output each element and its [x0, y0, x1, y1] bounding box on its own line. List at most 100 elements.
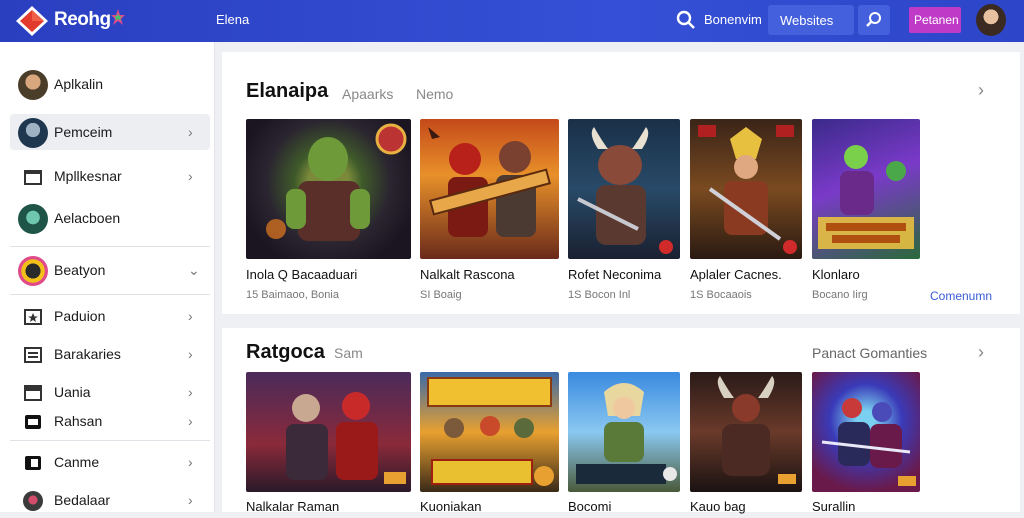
tab-2[interactable]: Nemo [416, 86, 453, 102]
game-title: Klonlaro [812, 267, 860, 282]
game-subtitle: 1S Bocon Inl [568, 289, 631, 301]
sidebar-item-label: Paduion [54, 308, 106, 324]
sidebar-item-label: Pemceim [54, 124, 113, 140]
websites-button-label: Websites [780, 13, 834, 28]
websites-button[interactable]: Websites [768, 5, 854, 35]
sidebar-item-label: Beatyon [54, 262, 106, 278]
chevron-right-icon: › [188, 168, 193, 184]
chevron-right-icon[interactable]: › [978, 80, 984, 101]
nav-link[interactable]: Elena [216, 12, 249, 27]
top-bar: Reohg Elena Bonenvim Websites Petanen [0, 0, 1024, 42]
section-filter[interactable]: Panact Gomanties [812, 345, 927, 361]
avatar-icon [23, 491, 43, 511]
magnifier-icon [866, 12, 881, 27]
sidebar-item-9[interactable]: Rahsan › [10, 403, 210, 439]
sidebar-item-5[interactable]: Beatyon ⌄ [10, 252, 210, 288]
sidebar-item-label: Bedalaar [54, 492, 111, 508]
sidebar: Aplkalin Pemceim › Mpllkesnar › Aelacboe… [0, 42, 215, 512]
game-subtitle: 1S Bocaaois [690, 289, 752, 301]
sidebar-item-11[interactable]: Bedalaar › [10, 482, 210, 518]
game-thumbnail[interactable] [812, 119, 920, 259]
cta-button-label: Petanen [914, 13, 959, 27]
chevron-right-icon: › [188, 454, 193, 470]
game-thumbnail[interactable] [568, 119, 680, 259]
beast-art [577, 127, 673, 254]
squad-art [427, 377, 554, 486]
chevron-down-icon: ⌄ [188, 262, 200, 278]
monster-art [266, 123, 407, 241]
window-icon [24, 170, 42, 185]
game-thumbnail[interactable] [568, 372, 680, 492]
game-title: Aplaler Cacnes. [690, 267, 782, 282]
game-icon [18, 256, 48, 286]
list-icon [24, 347, 42, 363]
sidebar-item-7[interactable]: Barakaries › [10, 336, 210, 372]
tab-1[interactable]: Sam [334, 345, 363, 361]
game-thumbnail[interactable] [420, 119, 559, 259]
more-link[interactable]: Comenumn [930, 289, 992, 303]
battle-art [821, 398, 916, 486]
game-thumbnail[interactable] [420, 372, 559, 492]
sidebar-item-label: Rahsan [54, 413, 103, 429]
game-subtitle: SI Boaig [420, 289, 462, 301]
sidebar-item-6[interactable]: Paduion › [10, 298, 210, 334]
search-label[interactable]: Bonenvim [704, 12, 762, 27]
search-icon[interactable] [676, 10, 696, 30]
section-title: Elanaipa [246, 80, 329, 102]
game-thumbnail[interactable] [690, 119, 802, 259]
game-title: Inola Q Bacaaduari [246, 267, 358, 282]
tab-1[interactable]: Apaarks [342, 86, 393, 102]
warrior-art [428, 127, 551, 237]
cta-button[interactable]: Petanen [909, 7, 961, 33]
game-thumbnail[interactable] [690, 372, 802, 492]
sidebar-item-2[interactable]: Pemceim › [10, 114, 210, 150]
user-avatar[interactable] [976, 4, 1006, 36]
sidebar-item-1[interactable]: Aplkalin [10, 66, 210, 102]
fantasy-art [818, 145, 914, 249]
star-icon [111, 9, 125, 25]
game-title: Nalkalt Rascona [420, 267, 515, 282]
chevron-right-icon: › [188, 346, 193, 362]
sidebar-item-10[interactable]: Canme › [10, 444, 210, 480]
avatar-icon [18, 70, 48, 100]
sidebar-item-label: Uania [54, 384, 91, 400]
game-thumbnail[interactable] [246, 119, 411, 259]
chevron-right-icon: › [188, 308, 193, 324]
archer-art [576, 383, 677, 484]
brand-name[interactable]: Reohg [54, 9, 111, 31]
film-icon [25, 415, 41, 429]
chevron-right-icon: › [188, 492, 193, 508]
sidebar-divider [10, 440, 210, 441]
chevron-right-icon: › [188, 124, 193, 140]
demon-art [717, 376, 796, 484]
chevron-right-icon: › [188, 384, 193, 400]
game-title: Rofet Neconima [568, 267, 662, 282]
sidebar-divider [10, 294, 210, 295]
sidebar-item-4[interactable]: Aelacboen [10, 200, 210, 236]
sidebar-item-label: Aplkalin [54, 76, 104, 92]
game-subtitle: 15 Baimaoo, Bonia [246, 289, 339, 301]
chevron-right-icon[interactable]: › [978, 342, 984, 363]
search-tool-button[interactable] [858, 5, 890, 35]
sidebar-item-label: Aelacboen [54, 210, 121, 226]
inbox-icon [24, 385, 42, 401]
game-thumbnail[interactable] [812, 372, 920, 492]
hero-art [698, 125, 797, 254]
sidebar-item-label: Barakaries [54, 346, 121, 362]
sidebar-divider [10, 246, 210, 247]
sidebar-item-3[interactable]: Mpllkesnar › [10, 158, 210, 194]
avatar-icon [18, 118, 48, 148]
brand-logo-icon[interactable] [14, 4, 50, 38]
game-subtitle: Bocano Iirg [812, 289, 868, 301]
star-box-icon [24, 309, 42, 325]
category-section: Ratgoca Sam Panact Gomanties › Nalkalar … [222, 328, 1020, 514]
section-title: Ratgoca [246, 341, 325, 363]
chevron-right-icon: › [188, 413, 193, 429]
game-thumbnail[interactable] [246, 372, 411, 492]
sidebar-item-label: Mpllkesnar [54, 168, 122, 184]
square-icon [25, 456, 41, 470]
featured-section: Elanaipa Apaarks Nemo › Inola Q Bacaadua… [222, 52, 1020, 314]
sidebar-item-label: Canme [54, 454, 100, 470]
villain-art [286, 392, 406, 484]
avatar-icon [18, 204, 48, 234]
